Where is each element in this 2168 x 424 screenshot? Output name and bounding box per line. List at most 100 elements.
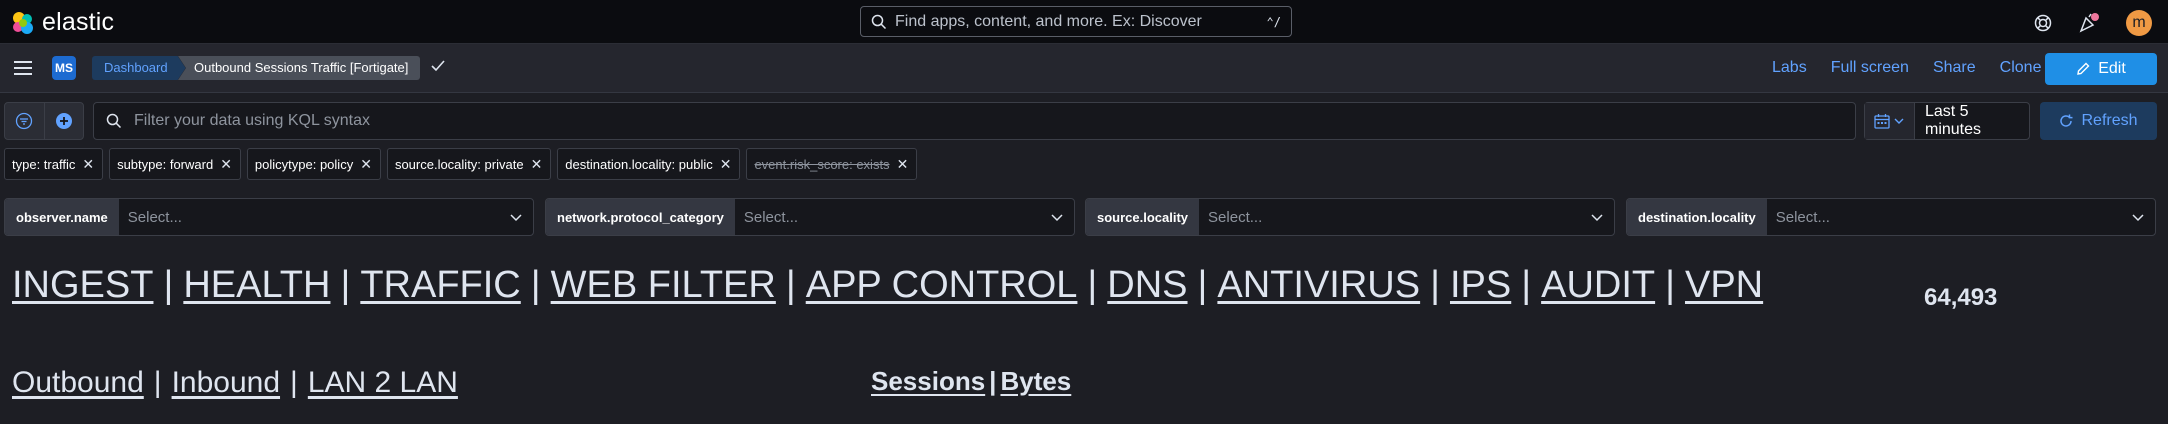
- separator: |: [1197, 264, 1208, 306]
- dashboard-controls: observer.name Select... network.protocol…: [4, 198, 2156, 236]
- control-placeholder: Select...: [1775, 208, 1830, 226]
- nav-link-ips[interactable]: IPS: [1450, 264, 1511, 306]
- filter-pill[interactable]: policytype: policy ✕: [246, 148, 381, 180]
- time-range-label[interactable]: Last 5 minutes: [1915, 103, 2029, 139]
- control-select[interactable]: Select...: [119, 199, 533, 235]
- control-destination-locality[interactable]: destination.locality Select...: [1626, 198, 2156, 236]
- separator: |: [530, 264, 541, 306]
- link-outbound[interactable]: Outbound: [12, 366, 144, 399]
- close-icon[interactable]: ✕: [720, 156, 732, 173]
- filter-pill-label: source.locality: private: [394, 156, 524, 172]
- filter-options-button[interactable]: [5, 103, 45, 139]
- control-source-locality[interactable]: source.locality Select...: [1085, 198, 1615, 236]
- labs-link[interactable]: Labs: [1772, 59, 1807, 77]
- control-placeholder: Select...: [743, 208, 799, 226]
- filter-pill-label: event.risk_score: exists: [754, 156, 890, 172]
- search-shortcut: ⌃/: [1266, 14, 1281, 29]
- query-bar: Filter your data using KQL syntax Last 5…: [0, 100, 2168, 144]
- quick-menu-button[interactable]: [1865, 103, 1915, 139]
- nav-link-health[interactable]: HEALTH: [183, 264, 330, 306]
- date-picker[interactable]: Last 5 minutes: [1864, 102, 2030, 140]
- filter-pill[interactable]: destination.locality: public ✕: [557, 148, 741, 180]
- filter-pills: type: traffic ✕ subtype: forward ✕ polic…: [4, 148, 918, 180]
- menu-icon[interactable]: [14, 60, 32, 76]
- nav-link-vpn[interactable]: VPN: [1685, 264, 1763, 306]
- filter-pill-label: policytype: policy: [254, 156, 354, 172]
- separator: |: [1430, 264, 1440, 306]
- search-icon: [106, 113, 122, 129]
- separator: |: [1521, 264, 1532, 306]
- link-bytes[interactable]: Bytes: [1000, 366, 1071, 396]
- pencil-icon: [2077, 62, 2090, 75]
- breadcrumb-dashboard[interactable]: Dashboard: [92, 56, 186, 80]
- kql-search-input[interactable]: Filter your data using KQL syntax: [93, 102, 1856, 140]
- nav-link-web-filter[interactable]: WEB FILTER: [551, 264, 776, 306]
- elastic-logo[interactable]: elastic: [10, 8, 114, 37]
- filter-pill[interactable]: source.locality: private ✕: [386, 148, 552, 180]
- control-label: network.protocol_category: [546, 199, 735, 235]
- separator: |: [989, 366, 997, 396]
- nav-link-ingest[interactable]: INGEST: [12, 264, 153, 306]
- nav-link-antivirus[interactable]: ANTIVIRUS: [1217, 264, 1420, 306]
- top-header: elastic Find apps, content, and more. Ex…: [0, 0, 2168, 44]
- nav-actions: Labs Full screen Share Clone: [1772, 59, 2065, 77]
- nav-link-dns[interactable]: DNS: [1107, 264, 1187, 306]
- control-placeholder: Select...: [127, 208, 182, 226]
- control-select[interactable]: Select...: [1767, 199, 2155, 235]
- close-icon[interactable]: ✕: [360, 156, 372, 173]
- separator: |: [1087, 264, 1098, 306]
- control-observer-name[interactable]: observer.name Select...: [4, 198, 534, 236]
- full-screen-link[interactable]: Full screen: [1831, 59, 1909, 77]
- close-icon[interactable]: ✕: [82, 156, 94, 173]
- section-nav-links: INGEST | HEALTH | TRAFFIC | WEB FILTER | APP CON…: [12, 264, 1763, 307]
- filter-pill[interactable]: subtype: forward ✕: [109, 148, 241, 180]
- separator: |: [340, 264, 351, 306]
- space-avatar[interactable]: MS: [52, 56, 76, 80]
- metric-value: 64,493: [1924, 284, 1998, 311]
- share-link[interactable]: Share: [1933, 59, 1976, 77]
- control-placeholder: Select...: [1208, 208, 1263, 226]
- control-label: source.locality: [1086, 199, 1200, 235]
- control-network-protocol-category[interactable]: network.protocol_category Select...: [545, 198, 1075, 236]
- close-icon[interactable]: ✕: [897, 156, 909, 173]
- chevron-down-icon: [1591, 214, 1603, 222]
- separator: |: [153, 366, 162, 399]
- news-feed-icon[interactable]: [2078, 12, 2100, 34]
- chevron-down-icon: [1894, 118, 1904, 124]
- separator: |: [163, 264, 174, 306]
- separator: |: [785, 264, 796, 306]
- close-icon[interactable]: ✕: [220, 156, 232, 173]
- global-search[interactable]: Find apps, content, and more. Ex: Discov…: [860, 6, 1292, 37]
- chevron-down-icon: [2132, 214, 2144, 222]
- link-inbound[interactable]: Inbound: [172, 366, 280, 399]
- close-icon[interactable]: ✕: [531, 156, 543, 173]
- filter-pill-label: subtype: forward: [117, 156, 214, 172]
- control-select[interactable]: Select...: [1199, 199, 1614, 235]
- link-lan-2-lan[interactable]: LAN 2 LAN: [308, 366, 458, 399]
- control-label: observer.name: [5, 199, 119, 235]
- filter-menu-group: [4, 102, 84, 140]
- link-sessions[interactable]: Sessions: [871, 366, 985, 396]
- refresh-button[interactable]: Refresh: [2040, 102, 2157, 140]
- filter-pill-disabled[interactable]: event.risk_score: exists ✕: [746, 148, 918, 180]
- control-select[interactable]: Select...: [735, 199, 1074, 235]
- filter-pill[interactable]: type: traffic ✕: [4, 148, 104, 180]
- check-icon: [431, 60, 445, 72]
- kql-placeholder: Filter your data using KQL syntax: [134, 112, 370, 129]
- clone-link[interactable]: Clone: [2000, 59, 2042, 77]
- help-icon[interactable]: [2034, 14, 2052, 32]
- edit-button[interactable]: Edit: [2045, 53, 2157, 85]
- elastic-logo-icon: [13, 11, 33, 34]
- nav-link-traffic[interactable]: TRAFFIC: [360, 264, 520, 306]
- edit-label: Edit: [2098, 60, 2126, 77]
- separator: |: [290, 366, 298, 399]
- search-icon: [871, 14, 887, 29]
- search-placeholder: Find apps, content, and more. Ex: Discov…: [895, 12, 1202, 30]
- nav-link-app-control[interactable]: APP CONTROL: [806, 264, 1078, 306]
- add-filter-button[interactable]: [45, 103, 84, 139]
- plus-in-circle-icon: [55, 113, 72, 129]
- nav-link-audit[interactable]: AUDIT: [1541, 264, 1655, 306]
- separator: |: [1665, 264, 1675, 306]
- user-avatar[interactable]: m: [2126, 10, 2152, 36]
- metric-type-links: Sessions | Bytes: [871, 366, 1071, 397]
